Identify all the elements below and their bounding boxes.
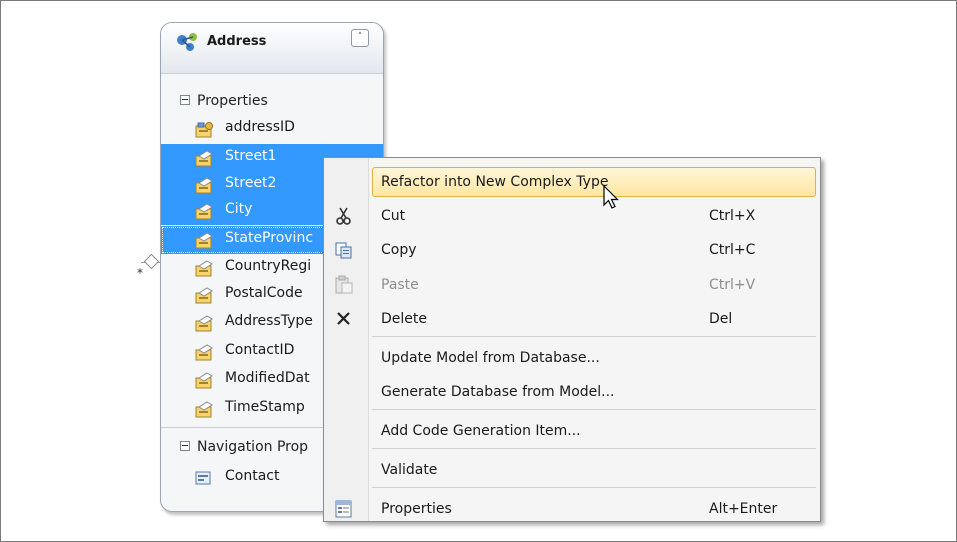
menu-update-model-item[interactable]: Update Model from Database... [324, 342, 820, 374]
navigation-property-name: Contact [225, 468, 280, 484]
paste-icon [334, 275, 354, 295]
context-menu: Refactor into New Complex Type Cut Ctrl+X C… [323, 157, 821, 522]
property-icon [195, 150, 215, 172]
property-name: CountryRegi [225, 258, 312, 274]
menu-separator [372, 409, 816, 410]
menu-item-shortcut: Del [709, 311, 733, 327]
property-icon [195, 203, 215, 225]
collapse-section-icon[interactable] [180, 441, 190, 451]
property-icon [195, 177, 215, 199]
key-property-icon [195, 121, 215, 143]
menu-cut-item[interactable]: Cut Ctrl+X [324, 200, 820, 232]
property-icon [195, 232, 215, 254]
property-icon [195, 260, 215, 282]
entity-header[interactable]: Address ˄ [161, 23, 383, 74]
menu-separator [372, 336, 816, 337]
property-name: PostalCode [225, 285, 303, 301]
copy-icon [334, 240, 354, 260]
menu-validate-item[interactable]: Validate [324, 454, 820, 486]
collapse-chevron-icon[interactable]: ˄ [351, 29, 369, 47]
property-name: StateProvinc [225, 230, 314, 246]
menu-item-label: Generate Database from Model... [381, 384, 615, 400]
property-name: TimeStamp [225, 399, 305, 415]
scissors-icon [334, 206, 354, 226]
property-name: Street1 [225, 148, 277, 164]
menu-item-label: Copy [381, 242, 417, 258]
property-icon [195, 315, 215, 337]
menu-item-label: Validate [381, 462, 438, 478]
collapse-section-icon[interactable] [180, 95, 190, 105]
property-name: addressID [225, 119, 295, 135]
properties-section-label: Properties [197, 93, 268, 109]
menu-item-shortcut: Alt+Enter [709, 501, 778, 517]
menu-item-shortcut: Ctrl+V [709, 277, 756, 293]
menu-item-shortcut: Ctrl+X [709, 208, 756, 224]
menu-item-shortcut: Ctrl+C [709, 242, 756, 258]
property-icon [195, 401, 215, 423]
menu-item-label: Add Code Generation Item... [381, 423, 581, 439]
delete-icon [334, 309, 354, 329]
property-name: City [225, 201, 253, 217]
property-name: ContactID [225, 342, 295, 358]
entity-title: Address [207, 34, 267, 49]
entity-type-icon [175, 31, 201, 57]
menu-copy-item[interactable]: Copy Ctrl+C [324, 234, 820, 266]
menu-properties-item[interactable]: Properties Alt+Enter [324, 493, 820, 521]
property-name: AddressType [225, 313, 313, 329]
menu-paste-item[interactable]: Paste Ctrl+V [324, 269, 820, 301]
property-name: Street2 [225, 175, 277, 191]
property-name: ModifiedDat [225, 370, 310, 386]
menu-generate-database-item[interactable]: Generate Database from Model... [324, 376, 820, 408]
property-icon [195, 344, 215, 366]
mouse-pointer-icon [603, 184, 621, 215]
menu-item-label: Cut [381, 208, 406, 224]
menu-item-label: Update Model from Database... [381, 350, 600, 366]
properties-icon [334, 499, 354, 519]
menu-item-label: Delete [381, 311, 427, 327]
menu-item-label: Properties [381, 501, 452, 517]
menu-add-code-generation-item[interactable]: Add Code Generation Item... [324, 415, 820, 447]
property-icon [195, 372, 215, 394]
association-multiplicity: * [137, 266, 143, 280]
menu-separator [372, 448, 816, 449]
menu-delete-item[interactable]: Delete Del [324, 303, 820, 335]
properties-section-header[interactable]: Properties [161, 87, 383, 115]
navigation-property-icon [195, 470, 213, 490]
menu-item-label: Refactor into New Complex Type [381, 174, 609, 190]
menu-separator [372, 487, 816, 488]
menu-refactor-complex-type-item[interactable]: Refactor into New Complex Type [324, 166, 820, 198]
menu-item-label: Paste [381, 277, 419, 293]
property-row[interactable]: addressID [161, 115, 383, 143]
property-icon [195, 287, 215, 309]
navigation-section-label: Navigation Prop [197, 439, 309, 455]
